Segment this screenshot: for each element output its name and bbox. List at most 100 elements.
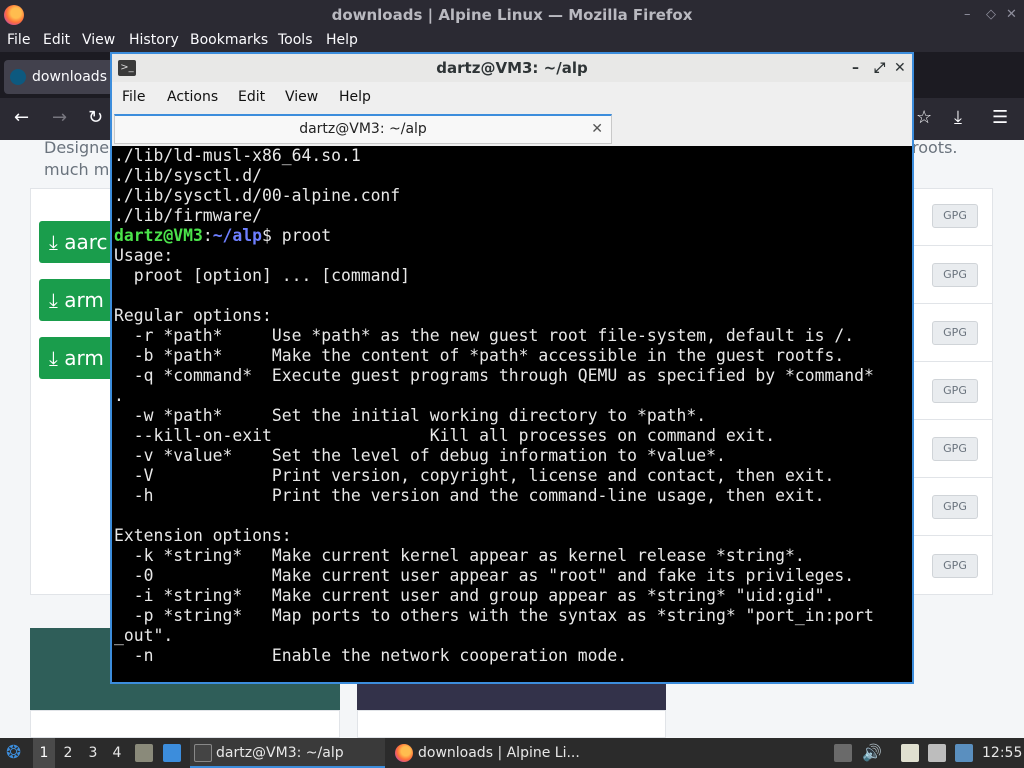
output-line: ./lib/sysctl.d/ [114,166,263,185]
close-icon[interactable]: ✕ [894,54,906,82]
output-line: ./lib/sysctl.d/00-alpine.conf [114,186,401,205]
prompt-symbol: $ [262,226,282,245]
back-icon[interactable]: ← [14,107,29,128]
minimize-icon[interactable]: – [964,0,971,30]
prompt-command: proot [281,226,332,245]
hamburger-menu-icon[interactable]: ☰ [992,107,1008,128]
intro-text-line1: Designe [44,140,110,157]
output-line: Regular options: [114,306,272,325]
term-menu-help[interactable]: Help [339,89,371,105]
taskbar: ❂ 1 2 3 4 dartz@VM3: ~/alp downloads | A… [0,738,1024,768]
output-line: -i *string* Make current user and group … [114,586,835,605]
intro-text-line1-end: roots. [912,140,958,157]
terminal-menubar: File Actions Edit View Help [112,82,912,112]
firefox-titlebar: downloads | Alpine Linux — Mozilla Firef… [0,0,1024,30]
firefox-window-title: downloads | Alpine Linux — Mozilla Firef… [331,6,693,24]
terminal-icon [194,744,212,762]
gpg-button[interactable]: GPG [932,321,978,345]
network-icon[interactable] [928,744,946,762]
forward-icon[interactable]: → [52,107,67,128]
menu-edit[interactable]: Edit [43,32,70,48]
output-line: proot [option] ... [command] [114,266,411,285]
gpg-button[interactable]: GPG [932,204,978,228]
gpg-button[interactable]: GPG [932,554,978,578]
terminal-tab-label: dartz@VM3: ~/alp [299,121,427,137]
prompt-path: ~/alp [212,226,263,245]
gpg-button[interactable]: GPG [932,379,978,403]
clock: 12:55 [982,745,1023,761]
term-menu-file[interactable]: File [122,89,145,105]
volume-icon[interactable]: 🔊 [862,738,882,768]
menu-history[interactable]: History [129,32,179,48]
firefox-logo-icon [4,5,24,25]
output-line: -n Enable the network cooperation mode. [114,646,628,665]
show-desktop-icon[interactable] [163,744,181,762]
alpine-favicon-icon [10,69,26,85]
workspace-3[interactable]: 3 [82,738,104,768]
reload-icon[interactable]: ↻ [88,107,103,128]
terminal-tab[interactable]: dartz@VM3: ~/alp ✕ [114,114,612,144]
bookmark-star-icon[interactable]: ☆ [916,107,932,128]
gpg-button[interactable]: GPG [932,437,978,461]
output-line: -V Print version, copyright, license and… [114,466,835,485]
output-line: -h Print the version and the command-lin… [114,486,825,505]
term-menu-actions[interactable]: Actions [167,89,218,105]
downloads-icon[interactable]: ⤓ [954,107,962,128]
term-menu-view[interactable]: View [285,89,318,105]
minimize-icon[interactable]: – [852,54,859,82]
output-line: -r *path* Use *path* as the new guest ro… [114,326,855,345]
feature-tile-body [357,710,666,738]
output-line: -0 Make current user appear as "root" an… [114,566,855,585]
notification-icon[interactable] [955,744,973,762]
output-line: . [114,386,124,405]
firefox-menubar: File Edit View History Bookmarks Tools H… [0,30,1024,52]
terminal-output-area[interactable]: ./lib/ld-musl-x86_64.so.1 ./lib/sysctl.d/… [114,146,910,682]
terminal-window-title: dartz@VM3: ~/alp [436,59,588,77]
tray-app-icon[interactable] [834,744,852,762]
firefox-icon [395,744,413,762]
command-output: Usage: proot [option] ... [command] Regul… [114,246,910,666]
menu-tools[interactable]: Tools [278,32,313,48]
term-menu-edit[interactable]: Edit [238,89,265,105]
gpg-button[interactable]: GPG [932,263,978,287]
start-menu-icon[interactable]: ❂ [6,738,26,768]
menu-file[interactable]: File [7,32,30,48]
terminal-output: ./lib/ld-musl-x86_64.so.1 ./lib/sysctl.d/… [114,146,910,666]
taskbar-task-firefox[interactable]: downloads | Alpine Li... [392,738,587,768]
output-line: Usage: [114,246,174,265]
download-icon: ⤓ [49,346,65,370]
feature-tile-body [30,710,340,738]
row-separator [913,419,992,420]
workspace-1[interactable]: 1 [33,738,55,768]
output-line: -k *string* Make current kernel appear a… [114,546,805,565]
menu-help[interactable]: Help [326,32,358,48]
menu-bookmarks[interactable]: Bookmarks [190,32,268,48]
output-line: -b *path* Make the content of *path* acc… [114,346,845,365]
workspace-4[interactable]: 4 [106,738,128,768]
prompt-user-host: dartz@VM3 [114,226,203,245]
output-line: ./lib/firmware/ [114,206,263,225]
output-line: ./lib/ld-musl-x86_64.so.1 [114,146,361,165]
file-manager-icon[interactable] [135,744,153,762]
close-icon[interactable]: ✕ [1006,0,1017,30]
workspace-2[interactable]: 2 [57,738,79,768]
menu-view[interactable]: View [82,32,115,48]
taskbar-task-terminal[interactable]: dartz@VM3: ~/alp [190,738,385,768]
output-line: Extension options: [114,526,292,545]
terminal-titlebar[interactable]: >_ dartz@VM3: ~/alp – ⤢ ✕ [112,54,912,82]
clipboard-icon[interactable] [901,744,919,762]
output-line: --kill-on-exit Kill all processes on com… [114,426,776,445]
download-icon: ⤓ [49,230,65,254]
output-line: -v *value* Set the level of debug inform… [114,446,726,465]
maximize-icon[interactable]: ⤢ [874,54,885,82]
prompt-line: dartz@VM3:~/alp$ proot [114,226,910,246]
maximize-icon[interactable]: ◇ [986,0,996,30]
gpg-button[interactable]: GPG [932,495,978,519]
row-separator [913,477,992,478]
row-separator [913,535,992,536]
row-separator [913,245,992,246]
tab-close-icon[interactable]: ✕ [591,116,603,142]
download-icon: ⤓ [49,288,65,312]
